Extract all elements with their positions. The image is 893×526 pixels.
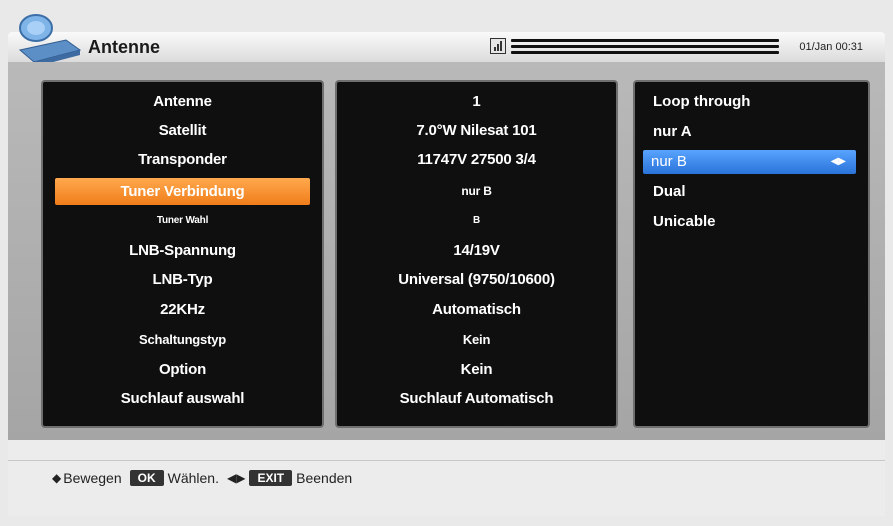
option-nur-a[interactable]: nur A <box>645 120 858 144</box>
value-transponder: 11747V 27500 3/4 <box>417 151 536 168</box>
screen: Antenne 01/Jan 00:31 Antenne Satellit Tr… <box>0 0 893 526</box>
value-lnb-spannung: 14/19V <box>453 242 500 259</box>
settings-area: Antenne Satellit Transponder Tuner Verbi… <box>8 62 885 440</box>
option-dual[interactable]: Dual <box>645 180 858 204</box>
label-satellit[interactable]: Satellit <box>43 117 322 144</box>
label-22khz[interactable]: 22KHz <box>43 296 322 323</box>
signal-icon <box>490 38 506 54</box>
help-move: Bewegen <box>63 470 122 486</box>
exit-key: EXIT <box>249 470 293 486</box>
help-select: Wählen. <box>167 470 219 486</box>
value-tuner-wahl: B <box>472 215 481 226</box>
label-tuner-wahl[interactable]: Tuner Wahl <box>43 207 322 234</box>
help-text: ◆ Bewegen OK Wählen. ◀▶ EXIT Beenden <box>52 470 352 486</box>
date-time: 01/Jan 00:31 <box>799 41 863 53</box>
help-bar: ◆ Bewegen OK Wählen. ◀▶ EXIT Beenden <box>8 440 885 516</box>
divider <box>8 460 885 461</box>
left-right-arrows-icon: ◀▶ <box>226 471 246 485</box>
title-bar: Antenne 01/Jan 00:31 <box>8 14 885 67</box>
label-transponder[interactable]: Transponder <box>43 146 322 173</box>
label-lnb-typ[interactable]: LNB-Typ <box>43 266 322 293</box>
option-unicable[interactable]: Unicable <box>645 210 858 234</box>
page-title: Antenne <box>88 37 160 57</box>
option-nur-b[interactable]: nur B ◀▶ <box>643 150 856 174</box>
label-antenne[interactable]: Antenne <box>43 88 322 115</box>
signal-bar <box>511 45 779 48</box>
settings-values-panel: 1 7.0°W Nilesat 101 11747V 27500 3/4 nur… <box>335 80 618 428</box>
ok-key: OK <box>129 470 164 486</box>
signal-bar <box>511 39 779 42</box>
signal-strength-bars <box>511 39 779 55</box>
settings-labels-panel: Antenne Satellit Transponder Tuner Verbi… <box>41 80 324 428</box>
help-exit: Beenden <box>296 470 353 486</box>
label-option[interactable]: Option <box>43 356 322 383</box>
label-suchlauf-auswahl[interactable]: Suchlauf auswahl <box>43 385 322 412</box>
signal-bar <box>511 51 779 54</box>
label-schaltungstyp[interactable]: Schaltungstyp <box>43 326 322 353</box>
label-lnb-spannung[interactable]: LNB-Spannung <box>43 237 322 264</box>
value-lnb-typ: Universal (9750/10600) <box>398 271 555 288</box>
value-tuner-verbindung: nur B <box>461 184 492 198</box>
value-option: Kein <box>460 361 493 378</box>
value-schaltungstyp: Kein <box>462 332 491 347</box>
value-satellit: 7.0°W Nilesat 101 <box>416 122 537 139</box>
options-panel: Loop through nur A nur B ◀▶ Dual Unicabl… <box>633 80 870 428</box>
value-suchlauf-auswahl: Suchlauf Automatisch <box>399 390 554 407</box>
value-22khz: Automatisch <box>432 301 521 318</box>
value-antenne: 1 <box>472 93 481 110</box>
left-right-arrows-icon: ◀▶ <box>830 156 846 167</box>
option-loop-through[interactable]: Loop through <box>645 90 858 114</box>
up-down-arrows-icon: ◆ <box>52 471 62 485</box>
label-tuner-verbindung[interactable]: Tuner Verbindung <box>55 178 310 205</box>
satellite-dish-icon <box>18 14 82 67</box>
option-nur-b-label: nur B <box>651 153 687 170</box>
